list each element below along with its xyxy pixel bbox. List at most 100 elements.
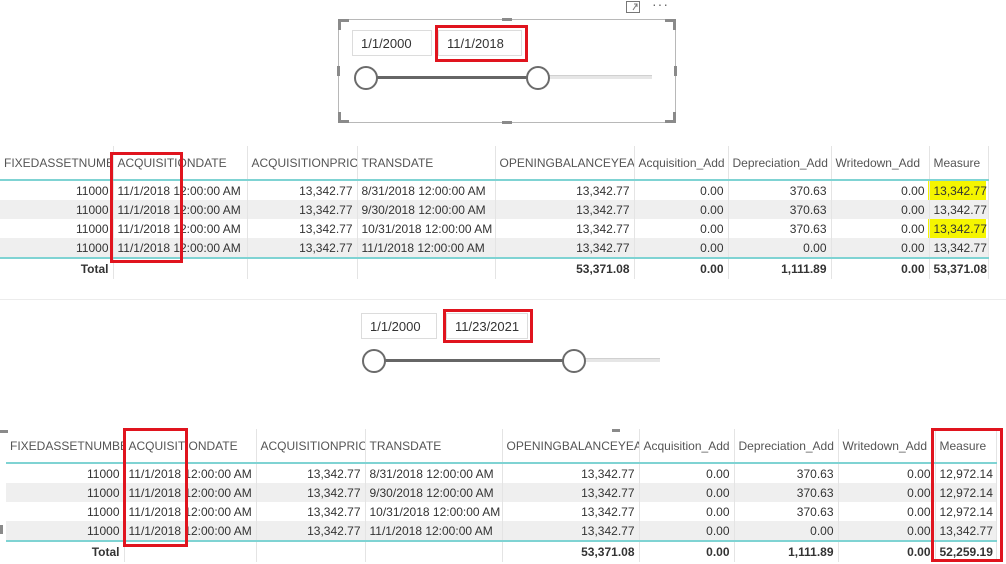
cell-fixedassetnumber: 11000 [0, 219, 114, 238]
cell-writedown-add: 0.00 [838, 483, 936, 502]
total-acquisitionprice [256, 540, 366, 562]
cell-writedown-add: 0.00 [831, 200, 930, 219]
total-measure: 53,371.08 [929, 257, 989, 279]
cell-fixedassetnumber: 11000 [0, 180, 114, 200]
cell-acquisition-add: 0.00 [634, 238, 729, 258]
total-label: Total [0, 257, 114, 279]
cell-measure: 13,342.77 [929, 200, 989, 219]
top-slider-start-handle[interactable] [354, 66, 378, 90]
cell-openingbalanceyear: 13,342.77 [495, 238, 635, 258]
cell-acquisitionprice: 13,342.77 [256, 502, 366, 521]
cell-openingbalanceyear: 13,342.77 [502, 502, 640, 521]
section-divider [0, 299, 1006, 300]
header-transdate[interactable]: TRANSDATE [365, 429, 503, 464]
total-writedown-add: 0.00 [838, 540, 936, 562]
cell-openingbalanceyear: 13,342.77 [502, 521, 640, 541]
cell-acquisitionprice: 13,342.77 [256, 483, 366, 502]
cell-acquisition-add: 0.00 [639, 463, 735, 483]
cell-acquisition-add: 0.00 [634, 200, 729, 219]
top-start-date-input[interactable]: 1/1/2000 [352, 30, 432, 56]
header-acquisition-add[interactable]: Acquisition_Add [639, 429, 735, 464]
more-options-icon[interactable]: ··· [652, 0, 669, 12]
cell-transdate: 8/31/2018 12:00:00 AM [365, 463, 503, 483]
cell-transdate: 9/30/2018 12:00:00 AM [357, 200, 496, 219]
annotation-box-top-end-date [435, 25, 528, 62]
total-transdate [357, 257, 496, 279]
bottom-slider-track [574, 358, 660, 362]
total-depreciation-add: 1,111.89 [734, 540, 839, 562]
cell-depreciation-add: 370.63 [734, 463, 839, 483]
bottom-slider-end-handle[interactable] [562, 349, 586, 373]
header-fixedassetnumber[interactable]: FIXEDASSETNUMBER [6, 429, 125, 464]
annotation-box-acquisitiondate-2 [123, 428, 188, 547]
cell-writedown-add: 0.00 [831, 238, 930, 258]
cell-depreciation-add: 370.63 [734, 502, 839, 521]
cell-fixedassetnumber: 11000 [6, 502, 125, 521]
header-measure[interactable]: Measure [929, 146, 989, 181]
header-acquisition-add[interactable]: Acquisition_Add [634, 146, 729, 181]
header-fixedassetnumber[interactable]: FIXEDASSETNUMBER [0, 146, 114, 181]
bottom-start-date-input[interactable]: 1/1/2000 [361, 313, 437, 339]
annotation-box-acquisitiondate-1 [110, 152, 183, 263]
cell-transdate: 10/31/2018 12:00:00 AM [357, 219, 496, 238]
cell-acquisitionprice: 13,342.77 [247, 219, 358, 238]
total-label: Total [6, 540, 125, 562]
header-openingbalanceyear[interactable]: OPENINGBALANCEYEAR [502, 429, 640, 464]
cell-openingbalanceyear: 13,342.77 [495, 219, 635, 238]
annotation-box-measure-2 [931, 428, 1003, 562]
header-depreciation-add[interactable]: Depreciation_Add [728, 146, 832, 181]
header-acquisitionprice[interactable]: ACQUISITIONPRICE [247, 146, 358, 181]
cell-fixedassetnumber: 11000 [6, 463, 125, 483]
cell-depreciation-add: 370.63 [734, 483, 839, 502]
cell-fixedassetnumber: 11000 [0, 200, 114, 219]
cell-acquisition-add: 0.00 [639, 502, 735, 521]
total-acquisition-add: 0.00 [639, 540, 735, 562]
header-depreciation-add[interactable]: Depreciation_Add [734, 429, 839, 464]
cell-openingbalanceyear: 13,342.77 [495, 200, 635, 219]
total-acquisitionprice [247, 257, 358, 279]
cell-writedown-add: 0.00 [831, 180, 930, 200]
cell-transdate: 11/1/2018 12:00:00 AM [365, 521, 503, 541]
expand-icon[interactable] [626, 0, 640, 16]
top-slider-track [538, 75, 652, 79]
header-transdate[interactable]: TRANSDATE [357, 146, 496, 181]
cell-acquisitionprice: 13,342.77 [256, 521, 366, 541]
total-openingbalanceyear: 53,371.08 [495, 257, 635, 279]
cell-acquisitionprice: 13,342.77 [256, 463, 366, 483]
bottom-slider-range [374, 359, 574, 362]
cell-acquisitionprice: 13,342.77 [247, 238, 358, 258]
cell-fixedassetnumber: 11000 [0, 238, 114, 258]
top-slider-range [366, 76, 538, 79]
cell-acquisition-add: 0.00 [634, 219, 729, 238]
cell-measure: 13,342.77 [929, 180, 989, 200]
cell-measure: 13,342.77 [929, 238, 989, 258]
total-depreciation-add: 1,111.89 [728, 257, 832, 279]
header-acquisitionprice[interactable]: ACQUISITIONPRICE [256, 429, 366, 464]
cell-openingbalanceyear: 13,342.77 [502, 463, 640, 483]
total-acquisition-add: 0.00 [634, 257, 729, 279]
cell-acquisition-add: 0.00 [639, 521, 735, 541]
annotation-box-bottom-end-date [443, 309, 533, 343]
bottom-slider-start-handle[interactable] [362, 349, 386, 373]
cell-writedown-add: 0.00 [838, 463, 936, 483]
cell-depreciation-add: 370.63 [728, 200, 832, 219]
cell-transdate: 10/31/2018 12:00:00 AM [365, 502, 503, 521]
visual-resize-handle-left[interactable] [0, 525, 3, 534]
cell-transdate: 9/30/2018 12:00:00 AM [365, 483, 503, 502]
cell-transdate: 8/31/2018 12:00:00 AM [357, 180, 496, 200]
header-writedown-add[interactable]: Writedown_Add [831, 146, 930, 181]
header-openingbalanceyear[interactable]: OPENINGBALANCEYEAR [495, 146, 635, 181]
cell-writedown-add: 0.00 [831, 219, 930, 238]
cell-acquisitionprice: 13,342.77 [247, 200, 358, 219]
cell-acquisition-add: 0.00 [639, 483, 735, 502]
cell-depreciation-add: 0.00 [728, 238, 832, 258]
cell-depreciation-add: 370.63 [728, 219, 832, 238]
cell-depreciation-add: 0.00 [734, 521, 839, 541]
top-slider-end-handle[interactable] [526, 66, 550, 90]
cell-acquisitionprice: 13,342.77 [247, 180, 358, 200]
cell-writedown-add: 0.00 [838, 502, 936, 521]
total-writedown-add: 0.00 [831, 257, 930, 279]
cell-openingbalanceyear: 13,342.77 [502, 483, 640, 502]
cell-depreciation-add: 370.63 [728, 180, 832, 200]
header-writedown-add[interactable]: Writedown_Add [838, 429, 936, 464]
